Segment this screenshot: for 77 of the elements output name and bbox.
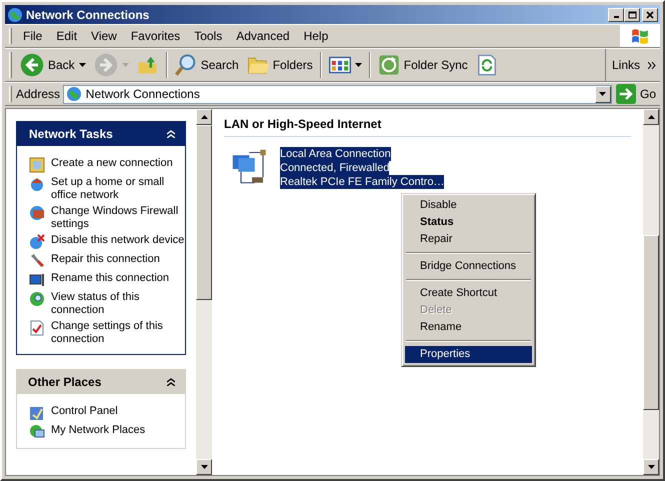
folders-button[interactable]: Folders — [242, 52, 317, 78]
task-link[interactable]: Repair this connection — [51, 253, 160, 266]
caret-icon — [78, 63, 86, 67]
search-icon — [174, 54, 197, 76]
panel-title: Other Places — [28, 374, 102, 391]
scroll-down-button[interactable] — [196, 459, 212, 475]
address-label: Address — [16, 86, 60, 103]
back-button[interactable]: Back — [16, 51, 90, 79]
down-arrow-icon — [200, 465, 208, 469]
task-link[interactable]: Control Panel — [51, 405, 118, 418]
links-label[interactable]: Links — [612, 56, 640, 74]
task-link[interactable]: View status of this connection — [51, 291, 185, 317]
forward-icon — [94, 53, 118, 77]
sync-button[interactable]: Folder Sync — [374, 52, 472, 78]
maximize-button[interactable] — [624, 8, 640, 22]
scroll-down-button[interactable] — [643, 459, 659, 475]
control-panel-icon — [29, 405, 45, 421]
menu-item[interactable]: Help — [296, 24, 336, 48]
menu-item[interactable]: Advanced — [229, 24, 297, 48]
caret-icon — [122, 63, 129, 67]
network-places-icon — [29, 424, 45, 440]
connection-device[interactable]: Realtek PCIe FE Family Contro… — [280, 175, 444, 189]
menu-item[interactable]: View — [84, 24, 124, 48]
up-folder-icon — [136, 54, 159, 76]
scroll-thumb[interactable] — [643, 235, 659, 410]
dropdown-button[interactable] — [594, 86, 611, 102]
menu-item[interactable]: Repair — [405, 231, 532, 248]
section-header: LAN or High-Speed Internet — [224, 115, 631, 137]
connection-name[interactable]: Local Area Connection — [280, 147, 391, 161]
task-link[interactable]: Set up a home or small office network — [51, 176, 185, 202]
connection-status[interactable]: Connected, Firewalled — [280, 161, 390, 175]
task-link[interactable]: Change Windows Firewall settings — [51, 205, 185, 231]
menu-item[interactable]: Properties — [405, 346, 532, 363]
collapse-icon — [167, 378, 175, 386]
caret-icon — [354, 63, 362, 67]
down-arrow-icon — [648, 465, 654, 469]
back-icon — [20, 53, 44, 77]
dropdown-arrow-icon — [599, 92, 606, 96]
globe-icon — [66, 86, 82, 102]
menu-item[interactable]: File — [16, 24, 50, 48]
address-field[interactable]: Network Connections — [62, 84, 612, 104]
menu-item[interactable]: Disable — [405, 197, 532, 214]
menu-item[interactable]: Rename — [405, 319, 532, 336]
collapse-icon — [167, 130, 175, 138]
task-link[interactable]: Rename this connection — [51, 272, 170, 285]
close-icon — [646, 10, 654, 18]
panel-title: Network Tasks — [29, 126, 113, 143]
document-check-icon — [29, 320, 45, 336]
task-link[interactable]: Disable this network device — [51, 234, 184, 247]
scroll-up-button[interactable] — [196, 109, 212, 125]
go-button[interactable]: Go — [612, 82, 660, 106]
menu-item[interactable]: Edit — [49, 24, 84, 48]
disable-network-icon — [29, 234, 45, 250]
menu-item[interactable]: Bridge Connections — [405, 258, 532, 275]
chevron-icon — [648, 62, 656, 68]
menu-item[interactable]: Create Shortcut — [405, 285, 532, 302]
views-icon — [328, 54, 351, 76]
scroll-up-button[interactable] — [643, 109, 659, 125]
refresh-icon — [476, 54, 498, 76]
scroll-thumb[interactable] — [196, 125, 212, 300]
maximize-icon — [628, 10, 636, 18]
search-button[interactable]: Search — [170, 52, 243, 78]
task-link[interactable]: Change settings of this connection — [51, 320, 185, 346]
close-button[interactable] — [642, 8, 658, 22]
up-arrow-icon — [200, 115, 208, 119]
window-title: Network Connections — [26, 6, 150, 24]
minimize-button[interactable] — [608, 8, 624, 22]
menu-item[interactable]: Status — [405, 214, 532, 231]
task-link[interactable]: My Network Places — [51, 424, 146, 437]
sync-icon — [378, 54, 400, 76]
menu-item[interactable]: Tools — [187, 24, 230, 48]
globe-icon — [7, 6, 23, 22]
task-link[interactable]: Create a new connection — [51, 157, 173, 170]
menu-item[interactable]: Favorites — [124, 24, 188, 48]
windows-flag-icon — [630, 27, 650, 45]
home-network-icon — [29, 176, 45, 192]
up-arrow-icon — [648, 115, 654, 119]
